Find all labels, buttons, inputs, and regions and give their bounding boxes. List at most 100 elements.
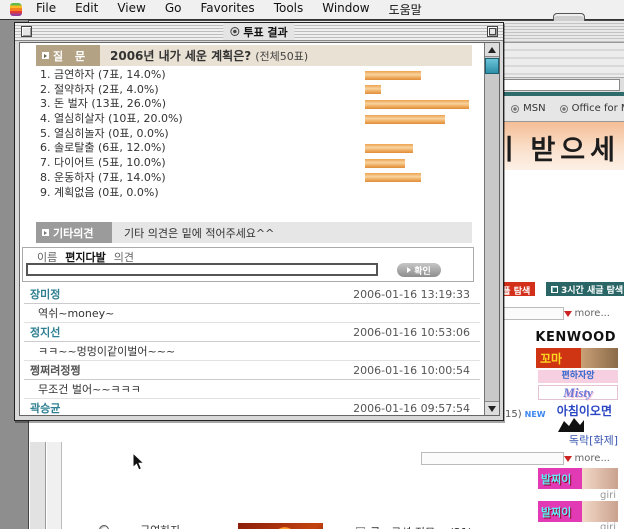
dokrak-link[interactable]: 독락[화제] xyxy=(569,432,618,448)
more-link[interactable]: more... xyxy=(564,308,610,319)
new-badge: NEW xyxy=(525,410,546,419)
menu-item[interactable]: File xyxy=(36,1,56,18)
dialog-scrollbar[interactable] xyxy=(484,43,499,415)
poll-total-votes: (전체50표) xyxy=(255,48,308,64)
post-thumbnail-lanterns[interactable] xyxy=(238,523,323,529)
submit-button[interactable]: 확인 xyxy=(397,263,441,277)
scroll-thumb[interactable] xyxy=(485,58,499,74)
mouse-cursor xyxy=(132,452,145,475)
poll-result-row: 3. 돈 벌자 (13표, 26.0%) xyxy=(40,97,480,112)
poll-result-text: 8. 운동하자 (7표, 14.0%) xyxy=(40,171,166,184)
triangle-down-icon xyxy=(564,456,572,462)
menu-item[interactable]: Favorites xyxy=(200,1,254,18)
pyeonhajaang-ad-banner[interactable]: 편하자앙 xyxy=(538,370,618,383)
triangle-down-icon xyxy=(564,311,572,317)
new-posts-label: 3시간 새글 탐색 xyxy=(561,283,623,296)
opinion-label-box: 기타의견 xyxy=(36,222,112,243)
scroll-up-arrow[interactable] xyxy=(485,43,499,57)
opinion-section-row: 기타의견 기타 의견은 밑에 적어주세요^^ xyxy=(36,222,472,243)
giri-link[interactable]: giri xyxy=(600,490,616,501)
board-post-row: 름…쿠션 정모… (21) xyxy=(356,524,536,529)
poll-result-text: 2. 절약하자 (2표, 4.0%) xyxy=(40,83,159,96)
arrow-box-icon xyxy=(42,52,49,59)
close-box[interactable] xyxy=(21,26,32,37)
poll-result-row: 6. 솔로탈출 (6표, 12.0%) xyxy=(40,141,480,156)
menu-item[interactable]: Tools xyxy=(274,1,304,18)
poll-result-row: 9. 계획없음 (0표, 0.0%) xyxy=(40,186,480,201)
poll-result-row: 5. 열심히놀자 (0표, 0.0%) xyxy=(40,127,480,142)
comment-text-row: 역쉬~money~ xyxy=(24,304,480,323)
apple-menu-icon[interactable] xyxy=(10,3,22,16)
poll-result-bar xyxy=(365,144,413,153)
menu-item[interactable]: Window xyxy=(322,1,369,18)
poll-result-row: 4. 열심히살자 (10표, 20.0%) xyxy=(40,112,480,127)
partial-post-link[interactable]: 15)NEW xyxy=(505,409,546,420)
poll-vote-form: 금연하자 절약하자 돈 벌자 열심히살자 xyxy=(99,523,229,529)
favorite-label: MSN xyxy=(523,103,545,114)
comment-item: 쩡쩌려정쩡 2006-01-16 10:00:54 무조건 벌어~~ㅋㅋㅋ xyxy=(24,361,480,399)
comment-item: 정지선 2006-01-16 10:53:06 ㅋㅋ~~멍멍이같이벌어~~~ xyxy=(24,323,480,361)
dialog-titlebar[interactable]: 투표 결과 xyxy=(15,23,503,41)
baljji-ad-banner[interactable]: 발찌이 xyxy=(538,501,618,522)
poll-option-label: 금연하자 xyxy=(140,522,180,529)
baljji-label: 발찌이 xyxy=(541,504,571,520)
opinion-label: 기타의견 xyxy=(53,225,93,241)
favorite-item[interactable]: Office for Macin xyxy=(560,103,624,114)
comment-date: 2006-01-16 10:00:54 xyxy=(353,364,470,377)
kenwood-ad[interactable]: KENWOOD xyxy=(535,330,616,345)
opinion-prompt: 기타 의견은 밑에 적어주세요^^ xyxy=(124,225,274,241)
menu-item[interactable]: Go xyxy=(165,1,182,18)
comment-name-row: 장미정 2006-01-16 13:19:33 xyxy=(24,285,480,304)
comment-name-row: 곽승균 2006-01-16 09:57:54 xyxy=(24,399,480,415)
collapsed-window-tab[interactable] xyxy=(553,13,585,21)
comment-item: 곽승균 2006-01-16 09:57:54 xyxy=(24,399,480,415)
commenter-name[interactable]: 쩡쩌려정쩡 xyxy=(30,362,81,378)
giri-link[interactable]: giri xyxy=(600,522,616,529)
board-post-link[interactable]: 름…쿠션 정모… (21) xyxy=(370,524,472,529)
poll-result-text: 4. 열심히살자 (10표, 20.0%) xyxy=(40,112,183,125)
site-icon xyxy=(560,105,568,113)
menu-item[interactable]: View xyxy=(117,1,145,18)
poll-result-text: 9. 계획없음 (0표, 0.0%) xyxy=(40,186,159,199)
browser-left-scrollbar[interactable] xyxy=(30,442,46,529)
misty-ad-banner[interactable]: Misty xyxy=(538,385,618,400)
scroll-down-arrow[interactable] xyxy=(485,401,499,415)
baljji-ad-banner[interactable]: 발찌이 xyxy=(538,468,618,489)
menu-bar: File Edit View Go Favorites Tools Window 도움말 xyxy=(0,0,624,20)
favorite-label: Office for Macin xyxy=(572,103,624,114)
commenter-name[interactable]: 정지선 xyxy=(30,324,60,340)
poll-result-text: 7. 다이어트 (5표, 10.0%) xyxy=(40,156,166,169)
commenter-name[interactable]: 장미정 xyxy=(30,286,60,302)
poll-result-bar xyxy=(365,159,405,168)
more-link[interactable]: more... xyxy=(564,453,610,464)
new-posts-search-button[interactable]: 3시간 새글 탐색 xyxy=(546,282,624,296)
poll-result-bar xyxy=(365,173,421,182)
zoom-box[interactable] xyxy=(487,26,498,37)
baljji-label: 발찌이 xyxy=(541,471,571,487)
opinion-input[interactable] xyxy=(26,263,378,276)
poll-result-row: 1. 금연하자 (7표, 14.0%) xyxy=(40,68,480,83)
site-icon xyxy=(511,105,519,113)
screen: FileEditViewGoFavoritesToolsWindow도움말 e … xyxy=(0,0,624,529)
comment-date: 2006-01-16 10:53:06 xyxy=(353,326,470,339)
question-label-box: 질 문 xyxy=(36,45,100,66)
dialog-title-text: 투표 결과 xyxy=(243,24,287,40)
poll-option-row: 금연하자 xyxy=(99,523,229,529)
comment-date: 2006-01-16 09:57:54 xyxy=(353,402,470,415)
comment-text: ㅋㅋ~~멍멍이같이벌어~~~ xyxy=(38,343,175,359)
kkoma-ad-banner[interactable]: 꼬마 xyxy=(536,348,618,368)
menu-item[interactable]: 도움말 xyxy=(389,1,422,18)
poll-radio-button[interactable] xyxy=(99,525,109,529)
commenter-name[interactable]: 곽승균 xyxy=(30,400,60,415)
menu-item[interactable]: Edit xyxy=(75,1,98,18)
poll-result-text: 3. 돈 벌자 (13표, 26.0%) xyxy=(40,97,166,110)
comment-text-row: 무조건 벌어~~ㅋㅋㅋ xyxy=(24,380,480,399)
poll-result-row: 8. 운동하자 (7표, 14.0%) xyxy=(40,171,480,186)
section-header-bar xyxy=(421,452,564,465)
question-label: 질 문 xyxy=(53,48,89,64)
poll-result-text: 6. 솔로탈출 (6표, 12.0%) xyxy=(40,141,166,154)
question-row: 질 문 2006년 내가 세운 계획은? (전체50표) xyxy=(36,45,472,66)
opinion-form: 이름 편지다발 의견 확인 xyxy=(22,247,474,282)
favorite-item[interactable]: MSN xyxy=(511,103,545,114)
poll-result-text: 5. 열심히놀자 (0표, 0.0%) xyxy=(40,127,169,140)
